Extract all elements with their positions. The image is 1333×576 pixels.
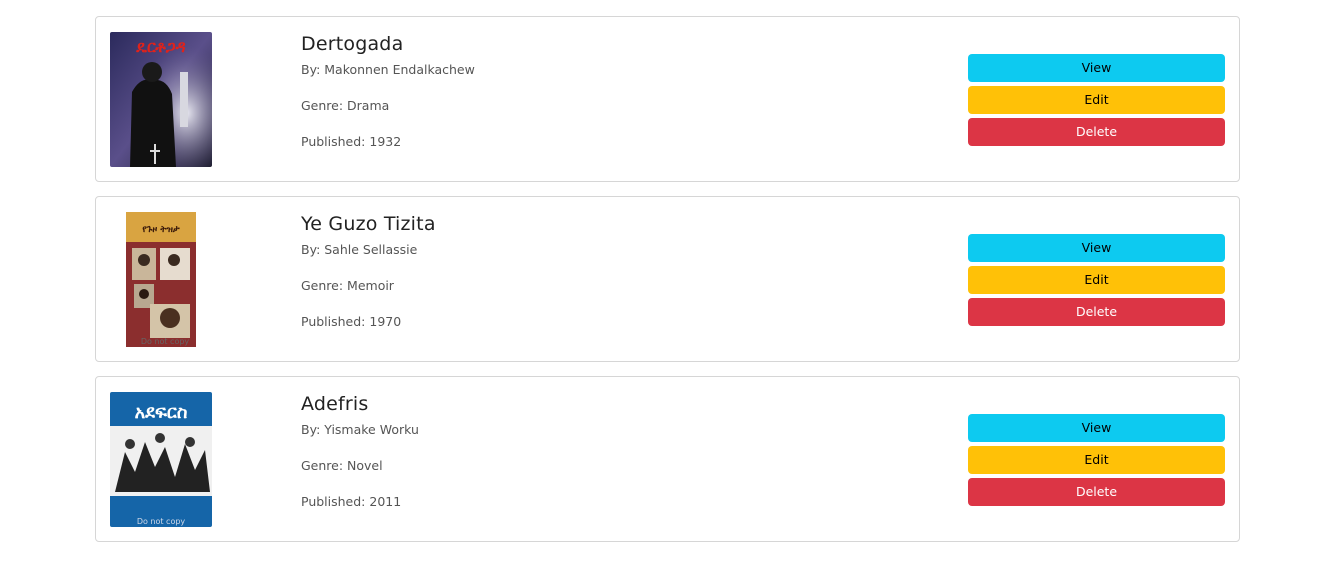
edit-button[interactable]: Edit <box>968 86 1225 114</box>
book-info: Dertogada By: Makonnen Endalkachew Genre… <box>301 31 475 150</box>
book-genre: Genre: Novel <box>301 458 383 473</box>
book-author: By: Makonnen Endalkachew <box>301 62 475 77</box>
book-actions: View Edit Delete <box>968 414 1225 510</box>
edit-button[interactable]: Edit <box>968 446 1225 474</box>
book-cover-dertogada-icon: ዴርቶጋዳ <box>110 32 212 167</box>
book-cover-image: አደፍርስ Do not copy <box>110 392 212 527</box>
book-cover-image: የጉዞ ትዝታ Do not copy <box>110 212 212 347</box>
cover-watermark: Do not copy <box>141 337 190 346</box>
cover-title-text: ዴርቶጋዳ <box>135 37 185 56</box>
book-author: By: Sahle Sellassie <box>301 242 418 257</box>
book-published: Published: 2011 <box>301 494 402 509</box>
book-published: Published: 1932 <box>301 134 402 149</box>
cover-title-text: አደፍርስ <box>135 402 188 423</box>
cover-title-text: የጉዞ ትዝታ <box>142 224 180 235</box>
book-cover-adefris-icon: አደፍርስ Do not copy <box>110 392 212 527</box>
book-genre: Genre: Memoir <box>301 278 394 293</box>
book-cover-image: ዴርቶጋዳ <box>110 32 212 167</box>
book-title: Adefris <box>301 393 369 415</box>
book-title: Ye Guzo Tizita <box>301 213 436 235</box>
book-card: ዴርቶጋዳ Dertogada By: Makonnen Endalkachew… <box>95 16 1240 182</box>
book-info: Adefris By: Yismake Worku Genre: Novel P… <box>301 391 419 510</box>
view-button[interactable]: View <box>968 414 1225 442</box>
book-title: Dertogada <box>301 33 404 55</box>
view-button[interactable]: View <box>968 234 1225 262</box>
cover-watermark: Do not copy <box>137 517 186 526</box>
delete-button[interactable]: Delete <box>968 478 1225 506</box>
delete-button[interactable]: Delete <box>968 298 1225 326</box>
book-cover-ye-guzo-tizita-icon: የጉዞ ትዝታ Do not copy <box>110 212 212 347</box>
book-card: አደፍርስ Do not copy Adefris By: Yismake Wo… <box>95 376 1240 542</box>
book-info: Ye Guzo Tizita By: Sahle Sellassie Genre… <box>301 211 436 330</box>
delete-button[interactable]: Delete <box>968 118 1225 146</box>
book-list: ዴርቶጋዳ Dertogada By: Makonnen Endalkachew… <box>95 16 1240 556</box>
edit-button[interactable]: Edit <box>968 266 1225 294</box>
book-actions: View Edit Delete <box>968 234 1225 330</box>
view-button[interactable]: View <box>968 54 1225 82</box>
book-published: Published: 1970 <box>301 314 402 329</box>
book-genre: Genre: Drama <box>301 98 390 113</box>
book-card: የጉዞ ትዝታ Do not copy Ye Guzo Tizita By: S… <box>95 196 1240 362</box>
book-author: By: Yismake Worku <box>301 422 419 437</box>
book-actions: View Edit Delete <box>968 54 1225 150</box>
